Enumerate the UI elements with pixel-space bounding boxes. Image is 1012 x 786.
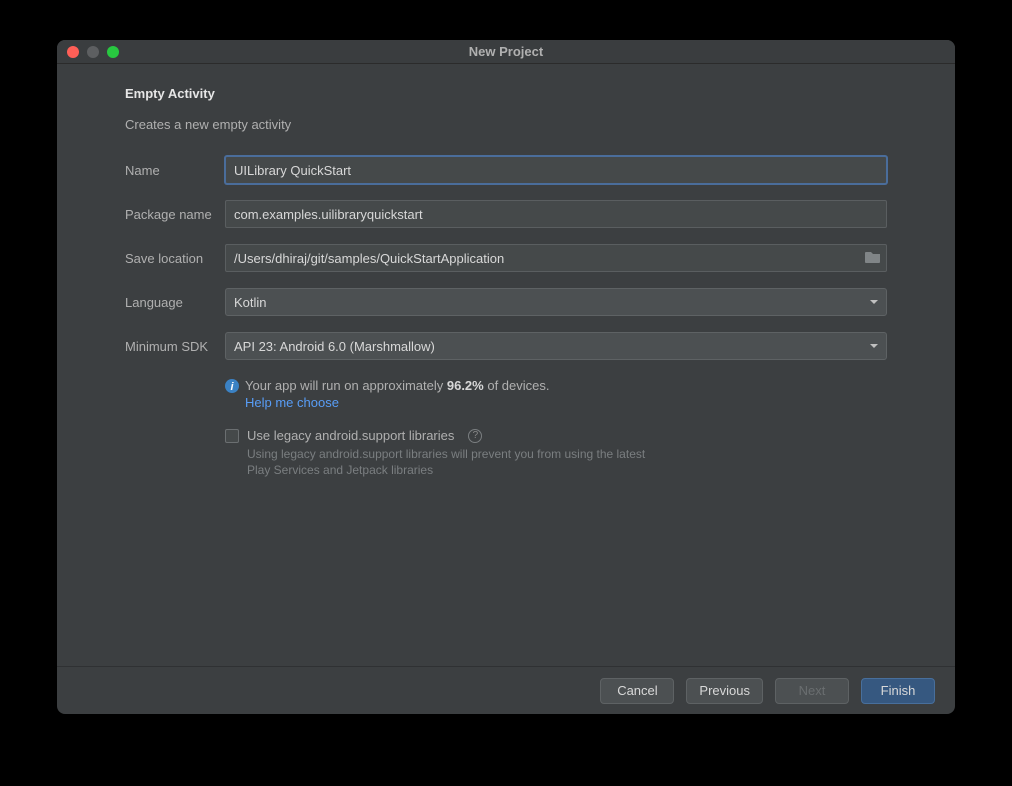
folder-icon[interactable] <box>865 250 881 264</box>
previous-button[interactable]: Previous <box>686 678 763 704</box>
package-label: Package name <box>125 207 225 222</box>
minsdk-value: API 23: Android 6.0 (Marshmallow) <box>234 339 435 354</box>
location-input[interactable] <box>225 244 887 272</box>
chevron-down-icon <box>870 298 878 306</box>
name-label: Name <box>125 163 225 178</box>
minimize-icon[interactable] <box>87 46 99 58</box>
name-input[interactable] <box>225 156 887 184</box>
chevron-down-icon <box>870 342 878 350</box>
info-icon: i <box>225 379 239 393</box>
legacy-checkbox[interactable] <box>225 429 239 443</box>
next-button: Next <box>775 678 849 704</box>
device-coverage-text: Your app will run on approximately 96.2%… <box>245 378 550 393</box>
zoom-icon[interactable] <box>107 46 119 58</box>
page-subtitle: Creates a new empty activity <box>125 117 887 132</box>
content-pane: Empty Activity Creates a new empty activ… <box>57 64 955 666</box>
titlebar: New Project <box>57 40 955 64</box>
cancel-button[interactable]: Cancel <box>600 678 674 704</box>
close-icon[interactable] <box>67 46 79 58</box>
language-value: Kotlin <box>234 295 267 310</box>
page-heading: Empty Activity <box>125 86 887 101</box>
language-label: Language <box>125 295 225 310</box>
window-controls <box>57 46 119 58</box>
minsdk-select[interactable]: API 23: Android 6.0 (Marshmallow) <box>225 332 887 360</box>
location-label: Save location <box>125 251 225 266</box>
new-project-dialog: New Project Empty Activity Creates a new… <box>57 40 955 714</box>
dialog-footer: Cancel Previous Next Finish <box>57 666 955 714</box>
minsdk-label: Minimum SDK <box>125 339 225 354</box>
legacy-label: Use legacy android.support libraries <box>247 428 454 443</box>
help-icon[interactable]: ? <box>468 429 482 443</box>
help-choose-link[interactable]: Help me choose <box>245 395 887 410</box>
language-select[interactable]: Kotlin <box>225 288 887 316</box>
window-title: New Project <box>57 44 955 59</box>
legacy-note: Using legacy android.support libraries w… <box>247 447 667 478</box>
finish-button[interactable]: Finish <box>861 678 935 704</box>
package-input[interactable] <box>225 200 887 228</box>
